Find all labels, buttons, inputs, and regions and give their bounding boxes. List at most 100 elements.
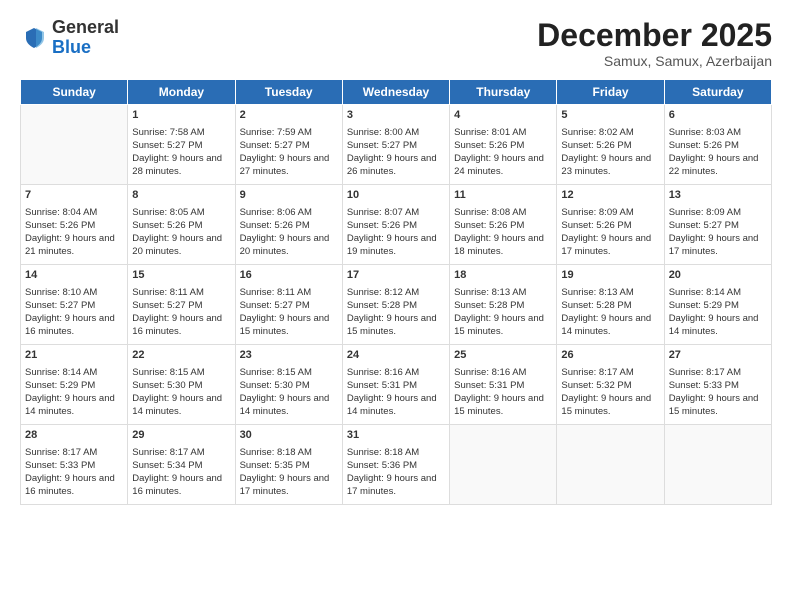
month-title: December 2025 <box>537 18 772 53</box>
sunrise-text: Sunrise: 8:06 AM <box>240 206 338 219</box>
daylight-text: Daylight: 9 hours and 16 minutes. <box>25 312 123 339</box>
sunrise-text: Sunrise: 8:17 AM <box>132 446 230 459</box>
sunset-text: Sunset: 5:27 PM <box>240 299 338 312</box>
header-thursday: Thursday <box>450 80 557 105</box>
sunset-text: Sunset: 5:28 PM <box>454 299 552 312</box>
calendar-cell: 4Sunrise: 8:01 AMSunset: 5:26 PMDaylight… <box>450 105 557 185</box>
sunrise-text: Sunrise: 8:01 AM <box>454 126 552 139</box>
sunrise-text: Sunrise: 8:10 AM <box>25 286 123 299</box>
daylight-text: Daylight: 9 hours and 14 minutes. <box>132 392 230 419</box>
daylight-text: Daylight: 9 hours and 17 minutes. <box>240 472 338 499</box>
daylight-text: Daylight: 9 hours and 20 minutes. <box>132 232 230 259</box>
day-number: 2 <box>240 108 338 123</box>
sunset-text: Sunset: 5:26 PM <box>454 139 552 152</box>
sunrise-text: Sunrise: 8:09 AM <box>561 206 659 219</box>
day-number: 29 <box>132 428 230 443</box>
calendar-cell: 12Sunrise: 8:09 AMSunset: 5:26 PMDayligh… <box>557 185 664 265</box>
calendar-cell: 9Sunrise: 8:06 AMSunset: 5:26 PMDaylight… <box>235 185 342 265</box>
calendar-cell: 2Sunrise: 7:59 AMSunset: 5:27 PMDaylight… <box>235 105 342 185</box>
sunset-text: Sunset: 5:27 PM <box>669 219 767 232</box>
calendar-cell: 30Sunrise: 8:18 AMSunset: 5:35 PMDayligh… <box>235 425 342 505</box>
calendar-cell: 26Sunrise: 8:17 AMSunset: 5:32 PMDayligh… <box>557 345 664 425</box>
calendar-cell: 21Sunrise: 8:14 AMSunset: 5:29 PMDayligh… <box>21 345 128 425</box>
sunset-text: Sunset: 5:31 PM <box>347 379 445 392</box>
sunset-text: Sunset: 5:33 PM <box>669 379 767 392</box>
calendar-week-4: 28Sunrise: 8:17 AMSunset: 5:33 PMDayligh… <box>21 425 772 505</box>
daylight-text: Daylight: 9 hours and 14 minutes. <box>669 312 767 339</box>
day-number: 30 <box>240 428 338 443</box>
calendar-cell <box>450 425 557 505</box>
calendar-cell: 31Sunrise: 8:18 AMSunset: 5:36 PMDayligh… <box>342 425 449 505</box>
calendar-cell: 17Sunrise: 8:12 AMSunset: 5:28 PMDayligh… <box>342 265 449 345</box>
sunrise-text: Sunrise: 8:03 AM <box>669 126 767 139</box>
day-number: 22 <box>132 348 230 363</box>
sunset-text: Sunset: 5:27 PM <box>132 139 230 152</box>
sunrise-text: Sunrise: 8:17 AM <box>561 366 659 379</box>
header-wednesday: Wednesday <box>342 80 449 105</box>
calendar-cell: 3Sunrise: 8:00 AMSunset: 5:27 PMDaylight… <box>342 105 449 185</box>
sunrise-text: Sunrise: 8:05 AM <box>132 206 230 219</box>
header-saturday: Saturday <box>664 80 771 105</box>
day-number: 25 <box>454 348 552 363</box>
day-number: 9 <box>240 188 338 203</box>
sunset-text: Sunset: 5:26 PM <box>561 139 659 152</box>
calendar-cell: 29Sunrise: 8:17 AMSunset: 5:34 PMDayligh… <box>128 425 235 505</box>
calendar-cell: 24Sunrise: 8:16 AMSunset: 5:31 PMDayligh… <box>342 345 449 425</box>
day-number: 23 <box>240 348 338 363</box>
daylight-text: Daylight: 9 hours and 15 minutes. <box>454 392 552 419</box>
logo-general: General <box>52 18 119 38</box>
daylight-text: Daylight: 9 hours and 21 minutes. <box>25 232 123 259</box>
daylight-text: Daylight: 9 hours and 20 minutes. <box>240 232 338 259</box>
sunset-text: Sunset: 5:34 PM <box>132 459 230 472</box>
sunrise-text: Sunrise: 8:12 AM <box>347 286 445 299</box>
day-number: 17 <box>347 268 445 283</box>
sunset-text: Sunset: 5:28 PM <box>347 299 445 312</box>
day-number: 1 <box>132 108 230 123</box>
sunrise-text: Sunrise: 8:09 AM <box>669 206 767 219</box>
calendar-cell: 18Sunrise: 8:13 AMSunset: 5:28 PMDayligh… <box>450 265 557 345</box>
daylight-text: Daylight: 9 hours and 26 minutes. <box>347 152 445 179</box>
calendar-cell: 28Sunrise: 8:17 AMSunset: 5:33 PMDayligh… <box>21 425 128 505</box>
day-number: 11 <box>454 188 552 203</box>
calendar-page: General Blue December 2025 Samux, Samux,… <box>0 0 792 612</box>
location-subtitle: Samux, Samux, Azerbaijan <box>537 53 772 69</box>
calendar-week-0: 1 Sunrise: 7:58 AMSunset: 5:27 PM Daylight… <box>21 105 772 185</box>
calendar-cell: 7Sunrise: 8:04 AMSunset: 5:26 PMDaylight… <box>21 185 128 265</box>
daylight-text: Daylight: 9 hours and 19 minutes. <box>347 232 445 259</box>
day-number: 31 <box>347 428 445 443</box>
sunset-text: Sunset: 5:26 PM <box>669 139 767 152</box>
sunrise-text: Sunrise: 8:15 AM <box>240 366 338 379</box>
sunrise-text: Sunrise: 8:07 AM <box>347 206 445 219</box>
header-row: Sunday Monday Tuesday Wednesday Thursday… <box>21 80 772 105</box>
header-tuesday: Tuesday <box>235 80 342 105</box>
daylight-text: Daylight: 9 hours and 23 minutes. <box>561 152 659 179</box>
sunrise-text: Sunrise: 8:08 AM <box>454 206 552 219</box>
daylight-text: Daylight: 9 hours and 15 minutes. <box>669 392 767 419</box>
sunset-text: Sunset: 5:30 PM <box>240 379 338 392</box>
sunset-text: Sunset: 5:26 PM <box>454 219 552 232</box>
calendar-cell: 13Sunrise: 8:09 AMSunset: 5:27 PMDayligh… <box>664 185 771 265</box>
daylight-text: Daylight: 9 hours and 14 minutes. <box>25 392 123 419</box>
day-number: 24 <box>347 348 445 363</box>
sunset-text: Sunset: 5:27 PM <box>132 299 230 312</box>
daylight-text: Daylight: 9 hours and 22 minutes. <box>669 152 767 179</box>
logo: General Blue <box>20 18 119 58</box>
calendar-cell: 22Sunrise: 8:15 AMSunset: 5:30 PMDayligh… <box>128 345 235 425</box>
sunset-text: Sunset: 5:33 PM <box>25 459 123 472</box>
day-number: 12 <box>561 188 659 203</box>
sunrise-text: Sunrise: 8:13 AM <box>454 286 552 299</box>
daylight-text: Daylight: 9 hours and 27 minutes. <box>240 152 338 179</box>
calendar-cell: 20Sunrise: 8:14 AMSunset: 5:29 PMDayligh… <box>664 265 771 345</box>
sunset-text: Sunset: 5:29 PM <box>25 379 123 392</box>
header-friday: Friday <box>557 80 664 105</box>
calendar-cell <box>557 425 664 505</box>
header-sunday: Sunday <box>21 80 128 105</box>
sunrise-text: Sunrise: 7:58 AM <box>132 126 230 139</box>
sunset-text: Sunset: 5:29 PM <box>669 299 767 312</box>
sunrise-text: Sunrise: 8:18 AM <box>347 446 445 459</box>
sunrise-text: Sunrise: 8:15 AM <box>132 366 230 379</box>
sunset-text: Sunset: 5:32 PM <box>561 379 659 392</box>
day-number: 14 <box>25 268 123 283</box>
daylight-text: Daylight: 9 hours and 15 minutes. <box>561 392 659 419</box>
logo-text: General Blue <box>52 18 119 58</box>
